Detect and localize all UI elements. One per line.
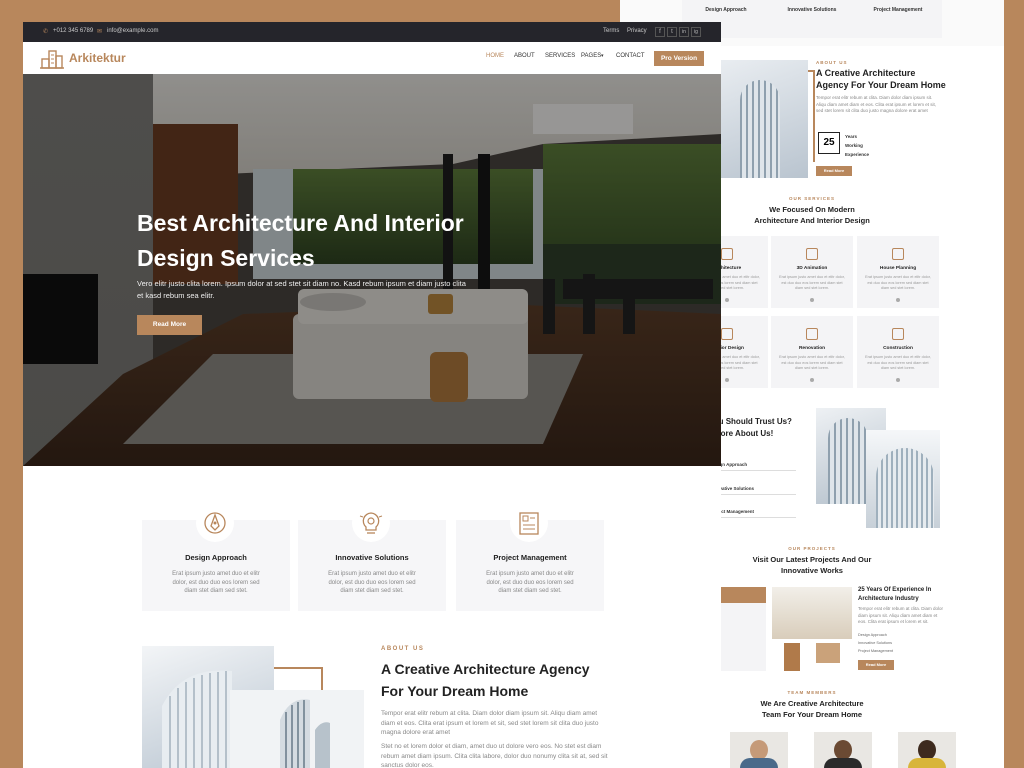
bg-team-title: We Are Creative Architecture Team For Yo… — [760, 699, 864, 719]
feature-card: Design Approach Erat ipsum justo amet du… — [142, 504, 290, 611]
top-email[interactable]: info@example.com — [107, 28, 158, 34]
about-tower-image — [230, 690, 364, 768]
bg-project-checks: Design Approach Innovative Solutions Proje… — [858, 633, 894, 653]
nav-contact[interactable]: CONTACT — [616, 53, 645, 59]
top-link-privacy[interactable]: Privacy — [627, 28, 647, 34]
feature-title: Innovative Solutions — [335, 553, 409, 562]
nav-about[interactable]: ABOUT — [514, 53, 535, 59]
compass-pen-icon — [204, 512, 226, 534]
top-link-terms[interactable]: Terms — [603, 28, 619, 34]
pro-version-button[interactable]: Pro Version — [654, 51, 704, 66]
bg-about-title: A Creative Architecture Agency For Your … — [816, 68, 946, 90]
bg-service-card: Renovation Erat ipsum justo amet duo et e… — [771, 316, 853, 388]
feature-icon-circle — [352, 504, 390, 542]
hero-description: Vero elitr justo clita lorem. Ipsum dolo… — [137, 279, 466, 300]
about-label: ABOUT US — [381, 646, 425, 652]
bg-why-image-2 — [866, 430, 940, 528]
feature-text: Erat ipsum justo amet duo et elitr dolor… — [328, 571, 416, 594]
project-board-icon — [519, 512, 539, 535]
feature-text: Erat ipsum justo amet duo et elitr dolor… — [486, 571, 574, 594]
feature-title: Design Approach — [185, 553, 247, 562]
bg-about-read-more[interactable]: Read More — [816, 166, 852, 176]
bg-service-card: Construction Erat ipsum justo amet duo et… — [857, 316, 939, 388]
bg-years-badge: 25 — [818, 132, 840, 154]
bg-project-read-more[interactable]: Read More — [858, 660, 894, 670]
bg-about-image — [720, 60, 808, 178]
bg-service-card: House Planning Erat ipsum justo amet duo … — [857, 236, 939, 308]
bg-project-text: Tempor erat elitr rebum at clita. Diam d… — [858, 606, 944, 624]
bg-feature-title: Project Management — [873, 7, 923, 13]
phone-icon: ✆ — [43, 29, 49, 35]
bg-feature-title: Innovative Solutions — [787, 7, 837, 13]
bg-about-text: Tempor erat elitr rebum at clita. Diam d… — [816, 95, 937, 113]
nav-pages[interactable]: PAGES — [581, 53, 601, 59]
team-member-photo — [814, 732, 872, 768]
main-page: ✆ +012 345 6789 ✉ info@example.com Terms… — [23, 22, 721, 768]
about-paragraph-2: Stet no et lorem dolor et diam, amet duo… — [381, 743, 608, 768]
bg-years-label: Years Working Experience — [845, 134, 870, 157]
feature-card: Project Management Erat ipsum justo amet… — [456, 504, 604, 611]
nav-services[interactable]: SERVICES — [545, 53, 575, 59]
bg-service-card: 3D Animation Erat ipsum justo amet duo et… — [771, 236, 853, 308]
brand-logo-text[interactable]: Arkitektur — [69, 51, 126, 65]
nav-home[interactable]: HOME — [486, 53, 504, 59]
feature-card: Innovative Solutions Erat ipsum justo am… — [298, 504, 446, 611]
hero-title: Best Architecture And Interior Design Se… — [137, 210, 464, 271]
bg-feature-title: Design Approach — [705, 7, 747, 13]
feature-icon-circle — [196, 504, 234, 542]
bg-project-tabs — [720, 603, 766, 671]
building-logo-icon[interactable] — [40, 48, 64, 70]
instagram-icon[interactable]: ig — [691, 27, 701, 37]
feature-text: Erat ipsum justo amet duo et elitr dolor… — [172, 571, 260, 594]
bg-feature-card: Project Management — [854, 0, 942, 38]
bg-project-tab-active[interactable] — [720, 587, 766, 603]
bg-projects-title: Visit Our Latest Projects And Our Innova… — [752, 555, 872, 575]
bg-about-label: ABOUT US — [816, 60, 848, 65]
feature-title: Project Management — [493, 553, 567, 562]
about-title: A Creative Architecture Agency For Your … — [381, 661, 590, 699]
hero-read-more-button[interactable]: Read More — [137, 315, 202, 335]
about-paragraph-1: Tempor erat elitr rebum at clita. Diam d… — [381, 710, 599, 736]
lightbulb-gear-icon — [359, 512, 383, 534]
facebook-icon[interactable]: f — [655, 27, 665, 37]
linkedin-icon[interactable]: in — [679, 27, 689, 37]
bg-project-title: 25 Years Of Experience In Architecture I… — [858, 587, 932, 602]
feature-icon-circle — [510, 504, 548, 542]
bg-project-image — [772, 587, 852, 671]
bg-feature-card: Innovative Solutions — [768, 0, 856, 38]
top-bar: ✆ +012 345 6789 ✉ info@example.com Terms… — [23, 22, 721, 42]
team-member-photo — [898, 732, 956, 768]
envelope-icon: ✉ — [97, 29, 103, 35]
top-phone[interactable]: +012 345 6789 — [53, 28, 93, 34]
twitter-icon[interactable]: t — [667, 27, 677, 37]
chevron-down-icon[interactable]: ▾ — [601, 53, 604, 59]
bg-services-title: We Focused On Modern Architecture And In… — [754, 205, 870, 225]
team-member-photo — [730, 732, 788, 768]
